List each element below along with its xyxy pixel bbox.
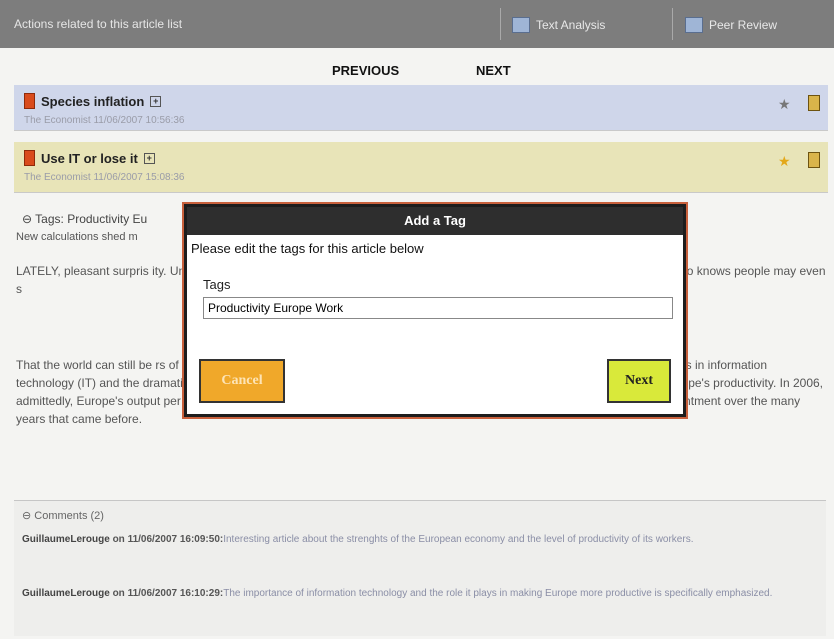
dialog-instructions: Please edit the tags for this article be…: [191, 241, 424, 256]
previous-link[interactable]: PREVIOUS: [332, 63, 399, 78]
text-analysis-label: Text Analysis: [536, 18, 606, 32]
article-meta: The Economist 11/06/2007 15:08:36: [24, 172, 185, 183]
divider: [500, 8, 501, 40]
article-item[interactable]: Species inflation + The Economist 11/06/…: [14, 85, 828, 131]
action-bar-title: Actions related to this article list: [14, 17, 183, 31]
next-button[interactable]: Next: [607, 359, 671, 403]
article-tags-line[interactable]: ⊖ Tags: Productivity Eu: [22, 212, 147, 226]
comment-text: Interesting article about the strenghts …: [223, 534, 694, 545]
expand-icon[interactable]: +: [150, 95, 162, 107]
flag-icon: [24, 150, 35, 166]
tags-input[interactable]: [203, 297, 673, 319]
action-bar: Actions related to this article list Tex…: [0, 0, 834, 48]
cancel-button[interactable]: Cancel: [199, 359, 285, 403]
article-header: Use IT or lose it +: [24, 150, 155, 166]
expand-icon[interactable]: +: [143, 152, 155, 164]
comments-section: ⊖ Comments (2) GuillaumeLerouge on 11/06…: [14, 500, 826, 636]
star-icon[interactable]: ★: [778, 96, 791, 113]
article-header: Species inflation +: [24, 93, 162, 109]
peer-review-label: Peer Review: [709, 18, 778, 32]
flag-icon: [24, 93, 35, 109]
comment-date: on 11/06/2007 16:10:29:: [109, 588, 224, 599]
tags-label: Tags: [203, 277, 231, 292]
divider: [672, 8, 673, 40]
comment-author[interactable]: GuillaumeLerouge: [22, 534, 110, 545]
comment-text: The importance of information technology…: [223, 588, 773, 599]
dialog-title: Add a Tag: [187, 207, 683, 235]
add-tag-dialog: Add a Tag Please edit the tags for this …: [184, 204, 686, 417]
article-title[interactable]: Use IT or lose it: [41, 151, 138, 166]
text-analysis-tab[interactable]: Text Analysis: [512, 14, 605, 36]
notes-icon[interactable]: [808, 152, 820, 168]
article-title[interactable]: Species inflation: [41, 94, 144, 109]
chart-icon: [512, 17, 530, 33]
article-item-selected[interactable]: Use IT or lose it + The Economist 11/06/…: [14, 142, 828, 193]
comment-date: on 11/06/2007 16:09:50:: [109, 534, 224, 545]
article-meta: The Economist 11/06/2007 10:56:36: [24, 115, 185, 126]
star-icon[interactable]: ★: [778, 153, 791, 170]
peer-review-tab[interactable]: Peer Review: [685, 14, 777, 36]
comments-header[interactable]: ⊖ Comments (2): [22, 509, 104, 522]
people-icon: [685, 17, 703, 33]
next-link[interactable]: NEXT: [476, 63, 511, 78]
comment-author[interactable]: GuillaumeLerouge: [22, 588, 110, 599]
notes-icon[interactable]: [808, 95, 820, 111]
comment-item: GuillaumeLerouge on 11/06/2007 16:10:29:…: [22, 587, 820, 601]
comment-item: GuillaumeLerouge on 11/06/2007 16:09:50:…: [22, 533, 820, 547]
